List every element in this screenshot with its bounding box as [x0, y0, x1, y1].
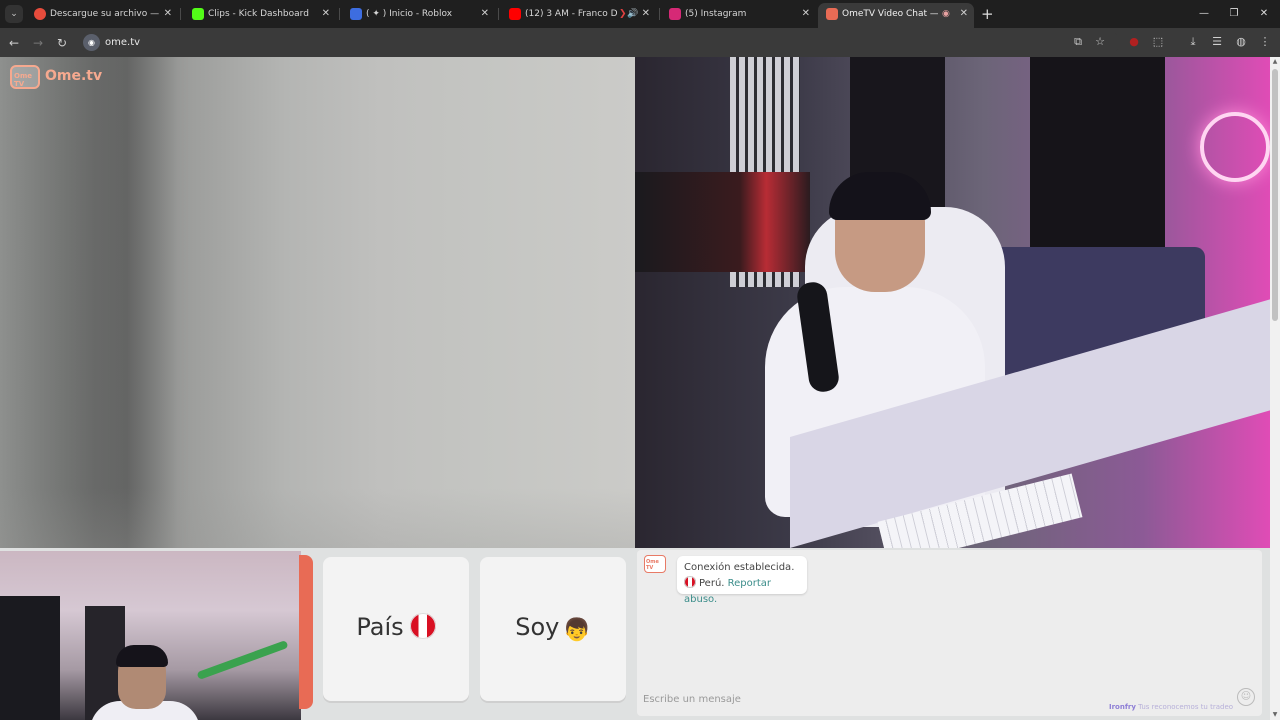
kick-favicon-icon — [192, 8, 204, 20]
forward-arrow-icon[interactable]: → — [28, 33, 48, 53]
tab-title: (12) 3 AM - Franco Danós — [525, 9, 617, 19]
connection-status: Conexión establecida. — [684, 562, 795, 573]
cast-icon[interactable]: ⧉ — [1070, 34, 1086, 50]
person-hair — [116, 645, 168, 667]
media-playing-icon: ❯ — [619, 9, 627, 19]
tab-kick[interactable]: Clips - Kick Dashboard ✕ — [184, 3, 336, 25]
bookmark-star-icon[interactable]: ☆ — [1092, 34, 1108, 50]
chat-panel: Ome TV Conexión establecida. Perú. Repor… — [637, 550, 1262, 716]
audio-icon[interactable]: 🔊 — [627, 3, 638, 25]
youtube-favicon-icon — [509, 8, 521, 20]
partner-video — [635, 57, 1270, 548]
close-tab-icon[interactable]: ✕ — [642, 3, 650, 25]
ring-light — [1200, 112, 1270, 182]
boy-emoji-icon: 👦 — [563, 618, 591, 643]
scroll-down-arrow-icon[interactable]: ▼ — [1270, 710, 1280, 720]
close-tab-icon[interactable]: ✕ — [960, 3, 968, 25]
peru-flag-icon — [684, 576, 696, 588]
close-tab-icon[interactable]: ✕ — [802, 3, 810, 25]
stranger-video: Ome TV Ome.tv — [0, 57, 635, 548]
tab-youtube[interactable]: (12) 3 AM - Franco Danós ❯ 🔊 ✕ — [501, 3, 656, 25]
microphone-arm — [196, 639, 289, 681]
minimize-icon[interactable]: — — [1189, 4, 1219, 24]
extension-record-icon[interactable]: ● — [1126, 34, 1142, 50]
close-tab-icon[interactable]: ✕ — [164, 3, 172, 25]
start-button[interactable] — [299, 555, 313, 709]
tab-title: ( ✦ ) Inicio - Roblox — [366, 9, 453, 19]
new-tab-button[interactable]: + — [981, 4, 995, 24]
instagram-favicon-icon — [669, 8, 681, 20]
partner-country: Perú. Reportar abuso. — [684, 576, 772, 605]
tab-converter[interactable]: Descargue su archivo — Conve ✕ — [26, 3, 178, 25]
profile-avatar-icon[interactable]: ◍ — [1233, 34, 1249, 50]
ometv-page: Ome TV Ome.tv País Soy 👦 Ome TV Conexión… — [0, 57, 1280, 720]
close-window-icon[interactable]: ✕ — [1249, 4, 1279, 24]
tab-ometv[interactable]: OmeTV Video Chat — Ome ◉ ✕ — [818, 3, 974, 28]
peru-flag-icon — [409, 613, 436, 639]
url-text: ome.tv — [105, 37, 141, 48]
country-selector-button[interactable]: País — [323, 557, 469, 701]
browser-toolbar: ← → ↻ ◉ ome.tv ⧉ ☆ ● ⬚ ⤓ ☰ ◍ ⋮ — [0, 28, 1280, 57]
wall-panel — [1030, 57, 1165, 247]
country-selector-label: País — [323, 613, 469, 641]
address-bar[interactable]: ◉ ome.tv — [80, 31, 1120, 54]
tab-divider — [659, 8, 660, 20]
scrollbar-thumb[interactable] — [1272, 69, 1278, 321]
media-queue-icon[interactable]: ☰ — [1209, 34, 1225, 50]
scroll-up-arrow-icon[interactable]: ▲ — [1270, 57, 1280, 67]
monitor — [635, 172, 810, 272]
tab-title: (5) Instagram — [685, 9, 747, 19]
restore-icon[interactable]: ❐ — [1219, 4, 1249, 24]
reload-icon[interactable]: ↻ — [52, 33, 72, 53]
tab-title: OmeTV Video Chat — Ome — [842, 9, 938, 19]
menu-kebab-icon[interactable]: ⋮ — [1257, 34, 1273, 50]
extensions-puzzle-icon[interactable]: ⬚ — [1150, 34, 1166, 50]
tab-roblox[interactable]: ( ✦ ) Inicio - Roblox ✕ — [342, 3, 495, 25]
roblox-favicon-icon — [350, 8, 362, 20]
self-camera-preview — [0, 551, 301, 720]
tab-divider — [498, 8, 499, 20]
system-message: Conexión establecida. Perú. Reportar abu… — [677, 556, 807, 605]
site-info-icon[interactable]: ◉ — [83, 34, 100, 51]
tab-title: Descargue su archivo — Conve — [50, 9, 160, 19]
recording-icon: ◉ — [942, 9, 950, 19]
back-arrow-icon[interactable]: ← — [4, 33, 24, 53]
powered-by-label: Ironfry Tus reconocemos tu tradeo — [1109, 703, 1234, 711]
tab-strip: ⌄ Descargue su archivo — Conve ✕ Clips -… — [0, 0, 1280, 28]
page-scrollbar[interactable]: ▲ ▼ — [1270, 57, 1280, 720]
gender-selector-label: Soy 👦 — [515, 613, 591, 643]
tab-instagram[interactable]: (5) Instagram ✕ — [661, 3, 816, 25]
tab-divider — [339, 8, 340, 20]
ometv-chat-logo-icon: Ome TV — [644, 555, 666, 573]
tab-search-button[interactable]: ⌄ — [5, 5, 23, 23]
wall-panel — [0, 596, 60, 720]
report-abuse-link[interactable]: Reportar abuso. — [684, 578, 771, 605]
emoji-picker-icon[interactable]: ☺ — [1237, 688, 1255, 706]
close-tab-icon[interactable]: ✕ — [481, 3, 489, 25]
tab-divider — [180, 8, 181, 20]
gender-selector-button[interactable]: Soy 👦 — [480, 557, 626, 701]
ometv-favicon-icon — [826, 8, 838, 20]
download-icon[interactable]: ⤓ — [1185, 34, 1201, 50]
converter-favicon-icon — [34, 8, 46, 20]
tab-title: Clips - Kick Dashboard — [208, 9, 309, 19]
logo-wordmark: Ome.tv — [45, 68, 103, 84]
tv-logo-icon: Ome TV — [10, 65, 40, 89]
close-tab-icon[interactable]: ✕ — [322, 3, 330, 25]
